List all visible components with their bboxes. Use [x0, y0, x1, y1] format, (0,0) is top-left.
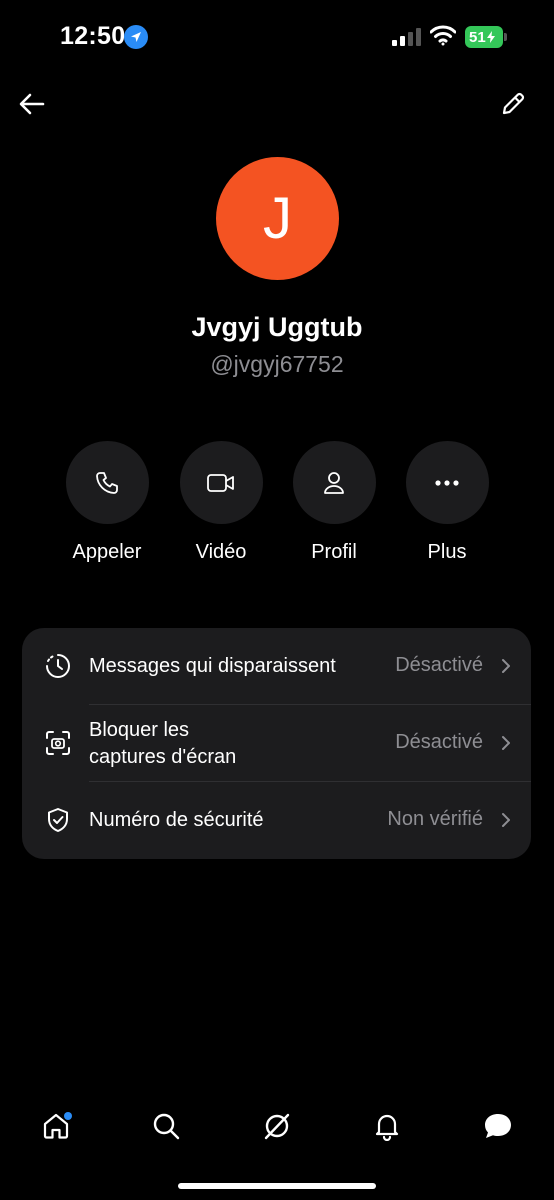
tab-search[interactable]	[146, 1106, 186, 1146]
pencil-icon	[502, 92, 525, 115]
video-button[interactable]: Vidéo	[161, 441, 281, 564]
safety-number-label: Numéro de sécurité	[89, 809, 264, 831]
action-buttons: Appeler Vidéo Profil Plus	[0, 441, 554, 571]
back-button[interactable]	[16, 88, 48, 120]
disappearing-messages-label: Messages qui disparaissent	[89, 655, 336, 677]
search-icon	[153, 1113, 180, 1140]
block-screenshots-row[interactable]: Bloquer les captures d'écran Désactivé	[22, 705, 531, 782]
disappearing-messages-value: Désactivé	[395, 654, 483, 676]
conversation-settings-card: Messages qui disparaissent Désactivé Blo…	[22, 628, 531, 859]
battery-icon: 51	[465, 26, 507, 48]
more-label: Plus	[427, 541, 467, 563]
screenshot-block-icon	[44, 729, 72, 757]
battery-level: 51	[469, 28, 486, 46]
status-time: 12:50	[60, 22, 126, 50]
location-arrow-icon	[124, 25, 148, 49]
more-icon	[435, 479, 459, 486]
contact-name: Jvgyj Uggtub	[191, 312, 363, 342]
profile-label: Profil	[311, 541, 357, 563]
tab-chats[interactable]	[478, 1106, 518, 1146]
chevron-right-icon	[499, 734, 513, 752]
explore-icon	[264, 1113, 290, 1140]
home-indicator	[178, 1183, 376, 1189]
more-button[interactable]: Plus	[387, 441, 507, 564]
disappearing-messages-row[interactable]: Messages qui disparaissent Désactivé	[22, 628, 531, 705]
phone-icon	[96, 471, 118, 494]
avatar[interactable]: J	[216, 157, 339, 280]
avatar-initial: J	[263, 186, 292, 251]
safety-number-value: Non vérifié	[387, 808, 483, 830]
notification-dot	[64, 1112, 72, 1120]
call-label: Appeler	[72, 541, 142, 563]
video-icon	[207, 473, 234, 492]
chat-icon	[485, 1114, 511, 1138]
call-button[interactable]: Appeler	[47, 441, 167, 564]
tab-notifications[interactable]	[367, 1106, 407, 1146]
block-screenshots-label-line2: captures d'écran	[89, 746, 237, 768]
timer-icon	[44, 652, 72, 680]
safety-number-row[interactable]: Numéro de sécurité Non vérifié	[22, 782, 531, 859]
block-screenshots-value: Désactivé	[395, 731, 483, 753]
wifi-icon	[430, 25, 456, 46]
shield-check-icon	[44, 806, 72, 834]
profile-button[interactable]: Profil	[274, 441, 394, 564]
video-label: Vidéo	[195, 541, 247, 563]
edit-contact-button[interactable]	[497, 88, 529, 120]
chevron-right-icon	[499, 657, 513, 675]
block-screenshots-label: Bloquer les captures d'écran	[89, 717, 236, 771]
block-screenshots-label-line1: Bloquer les	[89, 719, 190, 741]
cellular-signal-icon	[392, 28, 421, 46]
bell-icon	[375, 1114, 399, 1141]
contact-handle: @jvgyj67752	[210, 351, 344, 377]
arrow-left-icon	[19, 93, 45, 115]
tab-home[interactable]	[36, 1106, 76, 1146]
person-icon	[324, 471, 344, 494]
status-bar: 12:50 51	[0, 0, 554, 78]
tab-explore[interactable]	[257, 1106, 297, 1146]
bottom-tab-bar	[0, 1100, 554, 1150]
chevron-right-icon	[499, 811, 513, 829]
